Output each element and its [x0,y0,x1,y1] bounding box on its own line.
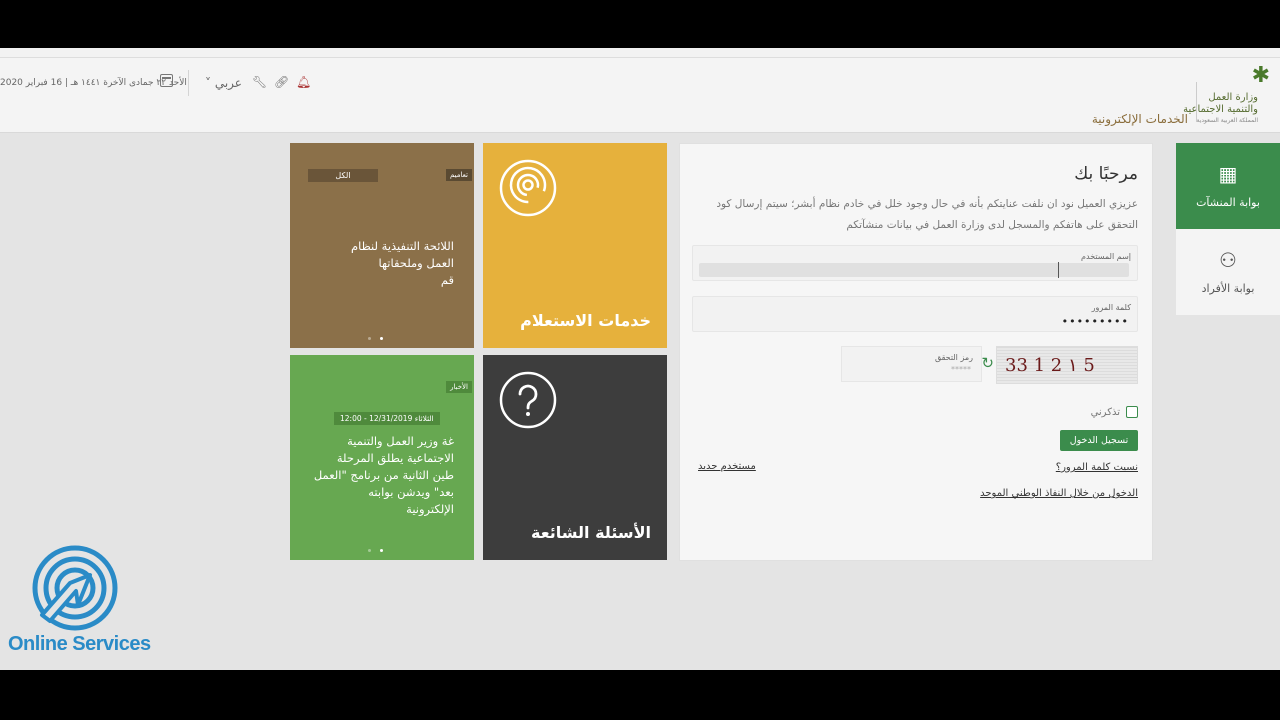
site-header: ✱ وزارة العمل والتنمية الاجتماعية المملك… [0,58,1280,133]
captcha-label: رمز التحقق [934,353,973,362]
tile-news[interactable]: الأخبار الثلاثاء 12/31/2019 - 12:00 غة و… [290,355,474,560]
news-text-line: الاجتماعية يطلق المرحلة [336,451,454,465]
building-icon: ▦ [1218,162,1238,186]
new-user-link[interactable]: مستخدم جديد [698,461,756,472]
captcha-image: 33 1 2 ١ 5 [996,346,1138,384]
watermark-text: Online Services [8,633,151,655]
login-button[interactable]: تسجيل الدخول [1060,430,1138,451]
news-text-line: طين الثانية من برنامج "العمل [313,468,454,482]
calendar-icon[interactable] [160,74,173,87]
link-icon[interactable]: 🔗︎ [274,75,289,89]
portal-sidebar: ▦ بوابة المنشآت ⚇ بوابة الأفراد [1176,143,1280,315]
sidebar-item-label: بوابة الأفراد [1201,282,1255,295]
captcha-input[interactable]: ***** [951,365,971,374]
carousel-dot[interactable] [380,337,383,340]
username-input[interactable] [699,263,1129,277]
sidebar-item-label: بوابة المنشآت [1196,196,1260,209]
news-text-line: غة وزير العمل والتنمية [347,434,454,448]
captcha-field[interactable]: رمز التحقق ***** [841,346,982,382]
online-services-watermark: Online Services [8,545,151,660]
wrench-icon[interactable]: 🔧︎ [252,75,267,89]
palm-icon: ✱ [1251,63,1270,88]
remember-checkbox[interactable] [1126,406,1138,418]
bell-icon[interactable]: 🔔︎ [296,75,311,89]
org-name-line3: المملكة العربية السعودية [1196,117,1258,124]
date-text: الأحد ٢٢ جمادى الآخرة ١٤٤١ هـ | 16 فبراي… [0,78,187,88]
filter-all-pill[interactable]: الكل [308,169,378,182]
forgot-password-link[interactable]: نسيت كلمة المرور؟ [1056,462,1138,473]
org-name-line1: وزارة العمل [1208,92,1258,103]
broadcast-icon [499,159,557,217]
news-text-line: الإلكترونية [406,502,454,516]
password-input[interactable]: ••••••••• [1062,315,1129,328]
remember-me[interactable]: تذكرني [1091,406,1138,418]
divider [188,70,189,96]
org-name-line2: والتنمية الاجتماعية [1183,104,1258,115]
captcha-text: 33 1 2 ١ 5 [1005,355,1095,376]
sidebar-item-establishments[interactable]: ▦ بوابة المنشآت [1176,143,1280,229]
password-label: كلمة المرور [1091,303,1131,312]
tile-circulars[interactable]: تعاميم الكل اللائحة التنفيذية لنظام العم… [290,143,474,348]
chevron-down-icon: ˅ [205,76,215,90]
section-title[interactable]: الخدمات الإلكترونية [1092,112,1188,126]
question-icon [499,371,557,429]
ministry-logo[interactable]: ✱ وزارة العمل والتنمية الاجتماعية المملك… [1183,63,1270,130]
sidebar-item-individuals[interactable]: ⚇ بوابة الأفراد [1176,229,1280,315]
tile-title: خدمات الاستعلام [520,311,651,330]
username-label: إسم المستخدم [1081,252,1131,261]
circular-text-line: قم [440,273,454,287]
username-field[interactable]: إسم المستخدم [692,245,1138,281]
tile-inquiry-services[interactable]: خدمات الاستعلام [483,143,667,348]
logo-divider [1196,82,1197,122]
tile-title: الأسئلة الشائعة [531,523,651,542]
remember-label: تذكرني [1090,406,1120,418]
news-text-line: بعد" ويدشن بوابته [368,485,454,499]
text-caret [1058,262,1059,278]
refresh-icon[interactable]: ↻ [981,354,994,372]
carousel-dot[interactable] [380,549,383,552]
password-field[interactable]: كلمة المرور ••••••••• [692,296,1138,332]
carousel-dot[interactable] [368,337,371,340]
login-panel: مرحبًا بك عزيزي العميل نود ان نلفت عنايت… [679,143,1153,561]
user-gear-icon: ⚇ [1219,248,1237,272]
welcome-heading: مرحبًا بك [1074,164,1138,184]
letterbox-bar [0,670,1280,720]
browser-viewport: ✱ وزارة العمل والتنمية الاجتماعية المملك… [0,48,1280,670]
circular-text-line: اللائحة التنفيذية لنظام [350,239,454,253]
language-selector[interactable]: ˅ عربي [205,76,242,90]
login-notice: عزيزي العميل نود ان نلفت عنايتكم بأنه في… [716,198,1138,231]
carousel-dot[interactable] [368,549,371,552]
target-cursor-icon [32,545,118,631]
language-label: عربي [214,76,242,90]
circular-text-line: العمل وملحقاتها [378,256,454,270]
nafath-login-link[interactable]: الدخول من خلال النفاذ الوطني الموحد [980,488,1138,499]
news-date: الثلاثاء 12/31/2019 - 12:00 [334,412,440,425]
category-tag: الأخبار [446,381,472,393]
carousel-dots [368,549,383,552]
category-tag: تعاميم [446,169,472,181]
carousel-dots [368,337,383,340]
bookmark-strip [0,48,1280,58]
tile-faq[interactable]: الأسئلة الشائعة [483,355,667,560]
